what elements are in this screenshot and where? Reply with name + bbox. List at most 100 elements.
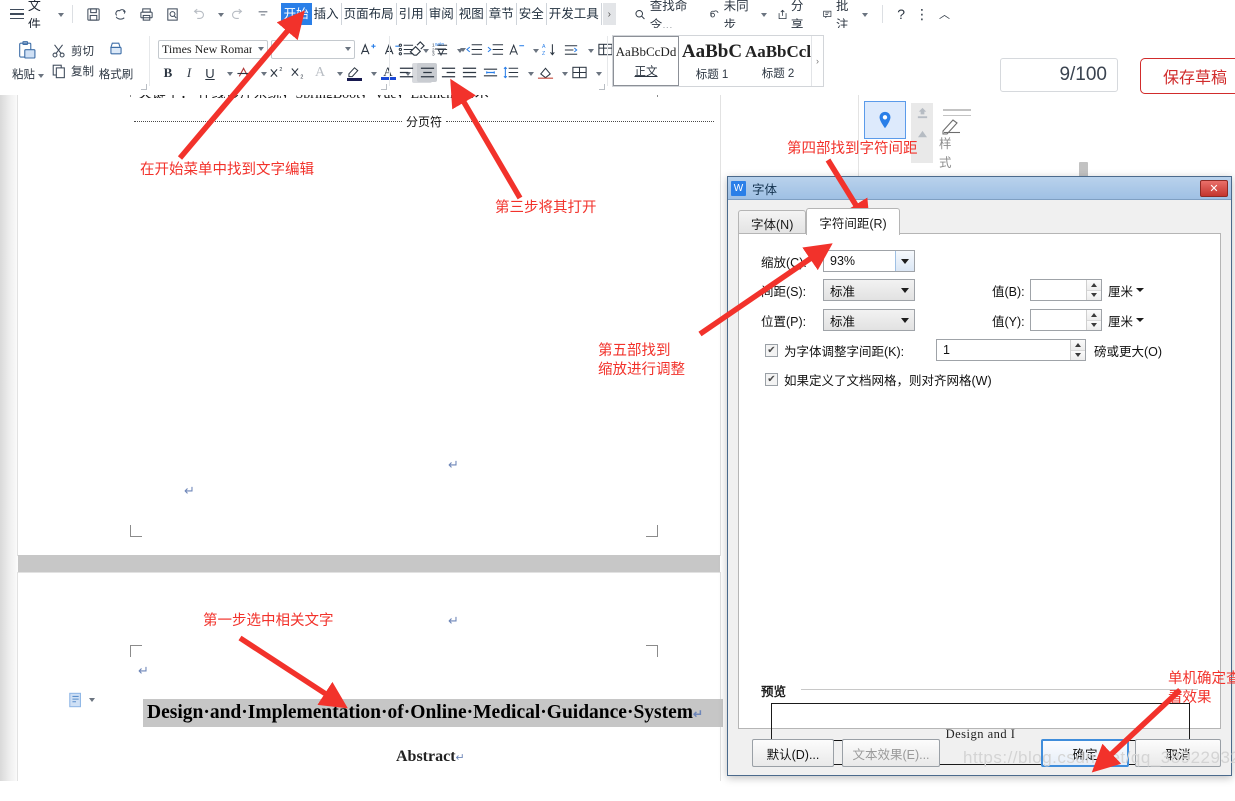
italic-button[interactable]: I [179,63,199,83]
show-marks-icon[interactable] [561,40,581,59]
format-painter-button[interactable]: 格式刷 [94,40,138,82]
strikethrough-icon[interactable] [234,63,254,83]
print-preview-icon[interactable] [163,3,183,25]
align-center-icon[interactable] [417,63,437,82]
spinner-arrows[interactable] [1070,340,1085,360]
pinyin-phonetic-icon[interactable] [506,40,526,59]
tabs-overflow-icon[interactable]: › [602,3,616,25]
position-combobox[interactable]: 标准 [823,309,915,331]
bold-button[interactable]: B [158,63,178,83]
dialog-tab-char-spacing[interactable]: 字符间距(R) [806,208,900,235]
chevron-down-icon[interactable] [760,13,767,17]
spinner-arrows[interactable] [1086,310,1101,330]
chevron-down-icon[interactable] [588,48,594,53]
close-icon[interactable]: ✕ [1200,179,1228,197]
chevron-down-icon[interactable] [895,280,914,300]
document-page-2[interactable]: ↵ ↵ Design·and·Implementation·of·Online·… [18,573,723,781]
chevron-down-icon[interactable] [258,47,264,51]
customize-toolbar-icon[interactable] [253,3,273,25]
decrease-indent-icon[interactable] [464,40,484,59]
chevron-down-icon[interactable] [227,72,233,76]
chevron-down-icon[interactable] [57,13,64,17]
subscript-button[interactable]: 2 [289,63,309,83]
save-draft-button[interactable]: 保存草稿 [1140,58,1235,94]
more-options-icon[interactable]: ⋮ [911,6,933,23]
grow-font-icon[interactable] [358,39,379,59]
shading-icon[interactable] [535,63,555,82]
chevron-down-icon[interactable] [38,73,44,78]
redo-icon[interactable] [227,3,247,25]
chevron-down-icon[interactable] [862,13,869,17]
line-spacing-icon[interactable] [501,63,521,82]
chevron-down-icon[interactable] [89,698,95,702]
style-gallery-more-icon[interactable]: › [811,36,823,86]
undo-dropdown-icon[interactable] [218,13,225,17]
save-icon[interactable] [84,3,104,25]
kerning-spinner[interactable]: 1 [936,339,1086,361]
copy-button[interactable]: 复制 [51,63,94,79]
kerning-checkbox[interactable]: ✔ [765,343,778,357]
document-page-1[interactable]: 关键子： 在线诊疗系统，SpringBoot，Vue，Element 技术 分页… [18,95,720,555]
character-shading-icon[interactable]: A [310,63,330,83]
numbered-list-icon[interactable]: 1 2 3 [430,40,450,59]
paste-button[interactable]: 粘贴 [5,40,51,82]
style-item-heading2[interactable]: AaBbCcl 标题 2 [745,36,811,86]
spacing-combobox[interactable]: 标准 [823,279,915,301]
dialog-titlebar[interactable]: W 字体 ✕ [728,177,1231,200]
paste-options-icon[interactable] [68,692,95,708]
chevron-down-icon[interactable] [423,48,429,53]
spacing-unit-dropdown[interactable]: 厘米 [1108,281,1145,300]
chevron-down-icon[interactable] [895,310,914,330]
tab-page-layout[interactable]: 页面布局 [342,3,397,25]
location-pin-icon[interactable] [864,101,906,139]
tab-section[interactable]: 章节 [487,3,517,25]
style-item-body[interactable]: AaBbCcDd 正文 [613,36,679,86]
superscript-button[interactable]: 2 [268,63,288,83]
font-family-input[interactable]: Times New Roman [158,39,268,59]
highlight-color-icon[interactable] [344,63,364,83]
font-dialog-launcher[interactable] [381,84,387,90]
chevron-down-icon[interactable] [457,48,463,53]
clipboard-dialog-launcher[interactable] [141,84,147,90]
scale-combobox[interactable]: 93% [823,250,915,272]
text-effects-button[interactable]: 文本效果(E)... [842,739,940,767]
bullet-list-icon[interactable] [396,40,416,59]
underline-button[interactable]: U [200,63,220,83]
style-item-heading1[interactable]: AaBbC 标题 1 [679,36,745,86]
default-button[interactable]: 默认(D)... [752,739,834,767]
grid-snap-checkbox[interactable]: ✔ [765,373,778,386]
tab-insert[interactable]: 插入 [312,3,342,25]
font-dialog[interactable]: W 字体 ✕ 字体(N) 字符间距(R) 缩放(C): 93% 间距(S): 标… [727,176,1232,776]
chevron-down-icon[interactable] [528,71,534,76]
font-size-input[interactable] [271,39,355,59]
print-icon[interactable] [136,3,156,25]
dialog-tab-font[interactable]: 字体(N) [738,210,807,235]
align-left-icon[interactable] [396,63,416,82]
position-unit-dropdown[interactable]: 厘米 [1108,311,1145,330]
position-amount-spinner[interactable] [1030,309,1102,331]
collapse-ribbon-icon[interactable]: ︿ [935,6,954,22]
paragraph-dialog-launcher[interactable] [599,84,605,90]
style-panel-label[interactable]: 样式 [939,119,960,171]
tab-developer[interactable]: 开发工具 [547,3,602,25]
tab-references[interactable]: 引用 [397,3,427,25]
tab-security[interactable]: 安全 [517,3,547,25]
chevron-down-icon[interactable] [596,71,602,76]
chevron-down-icon[interactable] [533,48,539,53]
help-button[interactable]: ? [893,6,909,22]
spacing-amount-spinner[interactable] [1030,279,1102,301]
chevron-down-icon[interactable] [895,251,914,271]
chevron-down-icon[interactable] [345,47,351,51]
justify-icon[interactable] [459,63,479,82]
distribute-icon[interactable] [480,63,500,82]
cloud-sync-icon[interactable] [110,3,130,25]
sort-icon[interactable]: A Z [540,40,560,59]
chevron-down-icon[interactable] [562,71,568,76]
tab-review[interactable]: 审阅 [427,3,457,25]
cut-button[interactable]: 剪切 [51,43,94,59]
chevron-down-icon[interactable] [337,72,343,76]
increase-indent-icon[interactable] [485,40,505,59]
menu-icon[interactable] [10,8,24,20]
chevron-down-icon[interactable] [261,72,267,76]
undo-icon[interactable] [189,3,209,25]
